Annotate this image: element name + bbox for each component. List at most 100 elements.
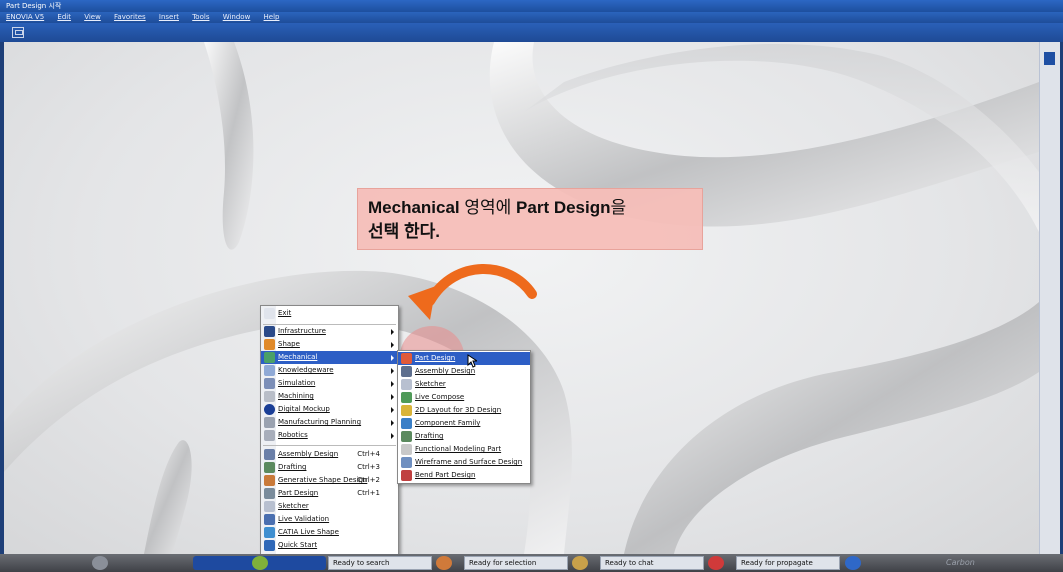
submenu-arrow-icon [391,342,394,348]
callout-text-1: 영역에 [459,198,517,217]
submenu-item-sketcher[interactable]: Sketcher [398,378,530,391]
submenu-arrow-icon [391,329,394,335]
curved-arrow-icon [408,264,537,320]
infrastructure-icon [264,326,275,337]
submenu-arrow-icon [391,368,394,374]
menu-item-manufacturing-planning[interactable]: Manufacturing Planning [261,416,398,429]
machining-icon [264,391,275,402]
recent-generative-shape-design[interactable]: Generative Shape Design Ctrl+2 [261,474,398,487]
callout-line2: 선택 한다. [368,222,441,241]
part-design-icon [401,353,412,364]
selection-icon[interactable] [436,556,452,570]
instruction-callout: Mechanical 영역에 Part Design을 선택 한다. [357,188,703,250]
menu-item-simulation[interactable]: Simulation [261,377,398,390]
component-family-icon [401,418,412,429]
submenu-arrow-icon [391,394,394,400]
part-design-icon [264,488,275,499]
menu-enovia[interactable]: ENOVIA V5 [6,12,44,23]
mouse-cursor-icon [467,354,477,368]
sketcher-icon [401,379,412,390]
submenu-item-bend-part-design[interactable]: Bend Part Design [398,469,530,482]
menu-item-mechanical[interactable]: Mechanical [261,351,398,364]
globe-icon[interactable] [252,556,268,570]
assembly-design-icon [264,449,275,460]
digital-mockup-icon [264,404,275,415]
scroll-thumb[interactable] [1044,52,1055,65]
recent-live-validation[interactable]: Live Validation [261,513,398,526]
submenu-item-part-design[interactable]: Part Design [398,352,530,365]
status-taskbar: Ready to search Ready for selection Read… [0,554,1063,572]
recent-sketcher[interactable]: Sketcher [261,500,398,513]
toolbar [0,23,1063,42]
recent-part-design[interactable]: Part Design Ctrl+1 [261,487,398,500]
functional-modeling-icon [401,444,412,455]
compass-icon[interactable] [92,556,108,570]
menu-item-robotics[interactable]: Robotics [261,429,398,442]
chat-status[interactable]: Ready to chat [600,556,704,570]
catia-live-shape-icon [264,527,275,538]
callout-mechanical: Mechanical [368,198,460,217]
catia-window: Part Design 시작 ENOVIA V5 Edit View Favor… [0,0,1063,572]
search-status[interactable]: Ready to search [328,556,432,570]
chat-icon[interactable] [572,556,588,570]
menu-favorites[interactable]: Favorites [114,12,146,23]
assembly-design-icon [401,366,412,377]
title-bar: Part Design 시작 [0,0,1063,12]
menu-item-knowledgeware[interactable]: Knowledgeware [261,364,398,377]
propagate-status[interactable]: Ready for propagate [736,556,840,570]
menu-item-exit[interactable]: Exit [261,307,398,320]
robotics-icon [264,430,275,441]
2d-layout-icon [401,405,412,416]
submenu-item-live-compose[interactable]: Live Compose [398,391,530,404]
submenu-item-functional-modeling-part[interactable]: Functional Modeling Part [398,443,530,456]
recent-quick-start[interactable]: Quick Start [261,539,398,552]
menu-item-digital-mockup[interactable]: Digital Mockup [261,403,398,416]
menu-window[interactable]: Window [223,12,251,23]
workbench-icon[interactable] [12,27,24,38]
bend-part-design-icon [401,470,412,481]
submenu-arrow-icon [391,420,394,426]
menu-edit[interactable]: Edit [57,12,71,23]
submenu-item-component-family[interactable]: Component Family [398,417,530,430]
exit-icon [264,308,275,319]
live-validation-icon [264,514,275,525]
menu-view[interactable]: View [84,12,101,23]
submenu-item-2d-layout[interactable]: 2D Layout for 3D Design [398,404,530,417]
menu-separator [263,445,396,446]
shape-icon [264,339,275,350]
submenu-item-wireframe-surface[interactable]: Wireframe and Surface Design [398,456,530,469]
selection-status[interactable]: Ready for selection [464,556,568,570]
recent-drafting[interactable]: Drafting Ctrl+3 [261,461,398,474]
menu-item-shape[interactable]: Shape [261,338,398,351]
manufacturing-planning-icon [264,417,275,428]
submenu-arrow-icon [391,433,394,439]
wireframe-surface-icon [401,457,412,468]
brand-logo-text: Carbon [946,558,975,567]
generative-shape-design-icon [264,475,275,486]
recent-assembly-design[interactable]: Assembly Design Ctrl+4 [261,448,398,461]
menu-item-infrastructure[interactable]: Infrastructure [261,325,398,338]
vertical-scrollbar[interactable] [1039,42,1060,554]
menu-tools[interactable]: Tools [192,12,209,23]
simulation-icon [264,378,275,389]
knowledgeware-icon [264,365,275,376]
mechanical-icon [264,352,275,363]
menu-bar: ENOVIA V5 Edit View Favorites Insert Too… [0,12,1063,23]
menu-item-machining[interactable]: Machining [261,390,398,403]
quick-start-icon [264,540,275,551]
recent-catia-live-shape[interactable]: CATIA Live Shape [261,526,398,539]
submenu-arrow-icon [391,381,394,387]
submenu-arrow-icon [391,407,394,413]
network-icon[interactable] [845,556,861,570]
drafting-icon [401,431,412,442]
drafting-icon [264,462,275,473]
mechanical-submenu: Part Design Assembly Design Sketcher Liv… [397,350,531,484]
propagate-icon[interactable] [708,556,724,570]
callout-part-design: Part Design [516,198,611,217]
start-menu: Exit Infrastructure Shape Mechanical Kno… [260,305,399,555]
live-compose-icon [401,392,412,403]
submenu-item-assembly-design[interactable]: Assembly Design [398,365,530,378]
menu-insert[interactable]: Insert [159,12,179,23]
submenu-item-drafting[interactable]: Drafting [398,430,530,443]
menu-help[interactable]: Help [264,12,280,23]
